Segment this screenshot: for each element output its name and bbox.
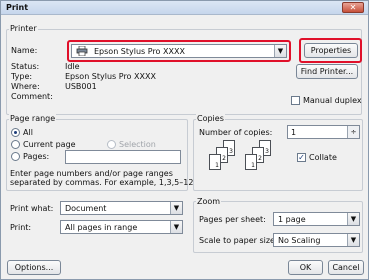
number-of-copies-label: Number of copies: [199, 128, 273, 137]
pages-per-sheet-select[interactable]: 1 page ▼ [273, 212, 360, 226]
selection-radio[interactable] [107, 140, 116, 149]
title-bar: Print ✕ [1, 1, 368, 15]
pages-input[interactable] [65, 150, 181, 164]
window-title: Print [6, 3, 29, 12]
options-button[interactable]: Options... [7, 260, 61, 275]
current-page-radio[interactable] [11, 140, 20, 149]
close-button[interactable]: ✕ [342, 2, 364, 13]
print-label: Print: [10, 223, 32, 232]
pages-per-sheet-value: 1 page [278, 215, 306, 224]
print-dialog: Print ✕ Printer Name: Epson Stylus Pro X… [0, 0, 369, 280]
status-label: Status: [11, 62, 40, 71]
pages-label[interactable]: Pages: [23, 152, 49, 161]
copies-group-label: Copies [196, 114, 225, 123]
print-what-label: Print what: [10, 204, 54, 213]
page-range-hint-line2: separated by commas. For example, 1,3,5–… [10, 178, 194, 187]
scale-to-paper-label: Scale to paper size: [199, 236, 278, 245]
page-range-hint-line1: Enter page numbers and/or page ranges [10, 169, 173, 178]
print-value: All pages in range [65, 223, 138, 232]
pages-per-sheet-label: Pages per sheet: [199, 215, 266, 224]
spinner-icon[interactable]: ÷ [347, 126, 359, 138]
print-what-select[interactable]: Document ▼ [60, 201, 183, 215]
chevron-down-icon[interactable]: ▼ [347, 213, 359, 225]
manual-duplex-checkbox[interactable] [291, 96, 300, 105]
page-range-all-label[interactable]: All [23, 128, 33, 137]
page-icon: 1 [209, 154, 221, 170]
name-label: Name: [11, 46, 38, 55]
ok-button[interactable]: OK [288, 260, 323, 275]
manual-duplex-label[interactable]: Manual duplex [303, 96, 362, 105]
printer-name-highlight [67, 40, 291, 62]
where-value: USB001 [65, 82, 97, 91]
find-printer-button[interactable]: Find Printer... [296, 64, 358, 79]
page-range-all-radio[interactable] [11, 128, 20, 137]
chevron-down-icon[interactable]: ▼ [170, 221, 182, 233]
current-page-label[interactable]: Current page [23, 140, 76, 149]
collate-label[interactable]: Collate [309, 153, 337, 162]
where-label: Where: [11, 82, 40, 91]
page-range-group-label: Page range [9, 114, 57, 123]
comment-label: Comment: [11, 92, 53, 101]
scale-to-paper-select[interactable]: No Scaling ▼ [273, 233, 360, 247]
scale-to-paper-value: No Scaling [278, 236, 321, 245]
chevron-down-icon[interactable]: ▼ [170, 202, 182, 214]
selection-label[interactable]: Selection [119, 140, 156, 149]
page-icon: 1 [245, 154, 257, 170]
printer-group-label: Printer [9, 24, 38, 33]
type-label: Type: [11, 72, 33, 81]
status-value: Idle [65, 62, 80, 71]
number-of-copies-value: 1 [291, 128, 297, 137]
cancel-button[interactable]: Cancel [328, 260, 364, 275]
print-what-value: Document [65, 204, 107, 213]
collate-checkbox[interactable]: ✓ [297, 153, 306, 162]
zoom-group-label: Zoom [196, 197, 222, 206]
chevron-down-icon[interactable]: ▼ [347, 234, 359, 246]
type-value: Epson Stylus Pro XXXX [65, 72, 156, 81]
number-of-copies-input[interactable]: 1 ÷ [287, 125, 360, 139]
properties-highlight [299, 38, 362, 63]
print-select[interactable]: All pages in range ▼ [60, 220, 183, 234]
pages-radio[interactable] [11, 152, 20, 161]
